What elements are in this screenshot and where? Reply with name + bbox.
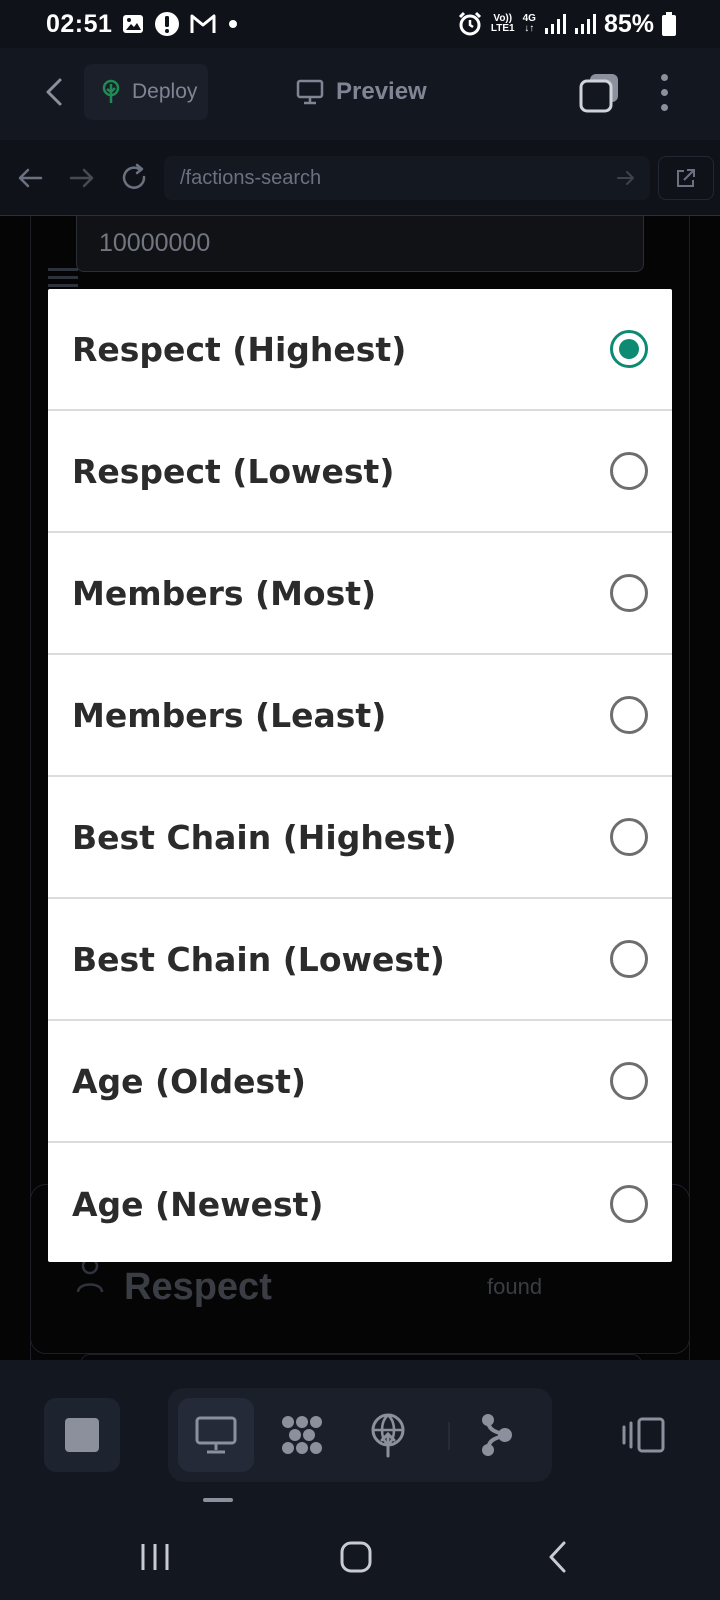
radio-unselected-icon[interactable] bbox=[610, 1185, 648, 1223]
radio-unselected-icon[interactable] bbox=[610, 452, 648, 490]
sort-options-dialog: Respect (Highest) Respect (Lowest) Members… bbox=[48, 289, 672, 1262]
sort-option-label: Members (Most) bbox=[72, 573, 377, 613]
sort-option-label: Best Chain (Highest) bbox=[72, 817, 457, 857]
sort-option[interactable]: Respect (Highest) bbox=[48, 289, 672, 411]
sort-option-label: Respect (Lowest) bbox=[72, 451, 395, 491]
preview-button[interactable]: Preview bbox=[296, 68, 427, 116]
radio-unselected-icon[interactable] bbox=[610, 818, 648, 856]
signal-icon bbox=[544, 13, 566, 35]
status-time: 02:51 bbox=[46, 9, 113, 38]
url-input[interactable]: /factions-search bbox=[164, 156, 650, 200]
radio-unselected-icon[interactable] bbox=[610, 574, 648, 612]
branch-mode-button[interactable] bbox=[458, 1398, 534, 1472]
app-top-bar: Deploy Preview bbox=[0, 48, 720, 140]
device-toggle-button[interactable] bbox=[614, 1398, 674, 1472]
bottom-toolbar bbox=[0, 1360, 720, 1512]
notification-dot-icon bbox=[226, 17, 240, 31]
alert-icon bbox=[154, 11, 180, 37]
results-found-label: found bbox=[487, 1274, 543, 1299]
preview-mode-button[interactable] bbox=[178, 1398, 254, 1472]
chevron-left-icon bbox=[549, 1541, 566, 1573]
monitor-icon bbox=[195, 1416, 237, 1454]
kebab-dot bbox=[660, 88, 668, 96]
external-link-icon bbox=[677, 169, 695, 187]
arrow-left-icon bbox=[18, 168, 43, 188]
browser-forward-button[interactable] bbox=[62, 158, 102, 198]
stop-icon bbox=[65, 1418, 99, 1452]
monitor-icon bbox=[296, 79, 324, 105]
gallery-icon bbox=[122, 13, 144, 35]
branch-icon bbox=[482, 1414, 512, 1456]
tabs-icon bbox=[579, 74, 618, 113]
nodes-icon bbox=[282, 1416, 322, 1454]
arrow-right-icon bbox=[69, 168, 94, 188]
radio-selected-icon[interactable] bbox=[610, 330, 648, 368]
device-switch-icon bbox=[622, 1417, 665, 1453]
tabs-button[interactable] bbox=[578, 70, 622, 114]
sort-option[interactable]: Age (Oldest) bbox=[48, 1021, 672, 1143]
sort-option-label: Age (Newest) bbox=[72, 1184, 324, 1224]
globe-upload-icon bbox=[371, 1413, 405, 1458]
sort-option[interactable]: Members (Most) bbox=[48, 533, 672, 655]
url-text: /factions-search bbox=[180, 166, 322, 189]
sort-option[interactable]: Respect (Lowest) bbox=[48, 411, 672, 533]
sort-option[interactable]: Best Chain (Lowest) bbox=[48, 899, 672, 1021]
kebab-dot bbox=[660, 73, 668, 81]
status-bar: 02:51 Vo)) LTE1 4G ↓↑ 85% bbox=[0, 0, 720, 48]
deploy-mode-button[interactable] bbox=[350, 1398, 426, 1472]
radio-unselected-icon[interactable] bbox=[610, 940, 648, 978]
sort-option-label: Best Chain (Lowest) bbox=[72, 939, 445, 979]
battery-icon bbox=[662, 12, 676, 36]
gmail-icon bbox=[190, 13, 216, 35]
more-options-button[interactable] bbox=[650, 68, 678, 116]
stop-button[interactable] bbox=[44, 1398, 120, 1472]
workflow-mode-button[interactable] bbox=[264, 1398, 340, 1472]
min-respect-value: 10000000 bbox=[99, 229, 211, 257]
open-external-button[interactable] bbox=[658, 156, 714, 200]
signal-icon-2 bbox=[574, 13, 596, 35]
browser-bar: /factions-search bbox=[0, 140, 720, 216]
sort-option[interactable]: Age (Newest) bbox=[48, 1143, 672, 1262]
battery-percent: 85% bbox=[603, 9, 654, 38]
min-respect-input: 10000000 bbox=[76, 216, 644, 272]
home-icon bbox=[340, 1541, 372, 1573]
system-back-button[interactable] bbox=[527, 1532, 587, 1582]
recent-apps-button[interactable] bbox=[125, 1532, 185, 1582]
chevron-left-icon bbox=[46, 78, 62, 106]
go-arrow-icon[interactable] bbox=[616, 170, 636, 186]
view-mode-group bbox=[168, 1388, 552, 1482]
sort-option-label: Respect (Highest) bbox=[72, 329, 407, 369]
deploy-tree-icon bbox=[102, 79, 120, 103]
deploy-button[interactable]: Deploy bbox=[84, 64, 208, 120]
sort-option-label: Members (Least) bbox=[72, 695, 387, 735]
results-title: Respect bbox=[124, 1266, 272, 1308]
sort-option[interactable]: Best Chain (Highest) bbox=[48, 777, 672, 899]
reload-button[interactable] bbox=[114, 158, 154, 198]
sort-option[interactable]: Members (Least) bbox=[48, 655, 672, 777]
deploy-label: Deploy bbox=[132, 80, 198, 103]
back-button[interactable] bbox=[36, 72, 72, 112]
toolbar-divider bbox=[448, 1422, 450, 1450]
home-button[interactable] bbox=[326, 1532, 386, 1582]
browser-back-button[interactable] bbox=[10, 158, 50, 198]
lte-label: LTE1 bbox=[490, 23, 515, 34]
preview-label: Preview bbox=[336, 78, 427, 105]
recents-icon bbox=[141, 1544, 169, 1570]
radio-unselected-icon[interactable] bbox=[610, 696, 648, 734]
alarm-icon bbox=[457, 11, 483, 37]
data-arrows-icon: ↓↑ bbox=[524, 23, 535, 34]
system-navigation-bar bbox=[0, 1512, 720, 1600]
kebab-dot bbox=[660, 103, 668, 111]
reload-icon bbox=[122, 163, 146, 189]
sort-option-label: Age (Oldest) bbox=[72, 1061, 306, 1101]
sheet-handle[interactable] bbox=[203, 1498, 233, 1502]
radio-unselected-icon[interactable] bbox=[610, 1062, 648, 1100]
